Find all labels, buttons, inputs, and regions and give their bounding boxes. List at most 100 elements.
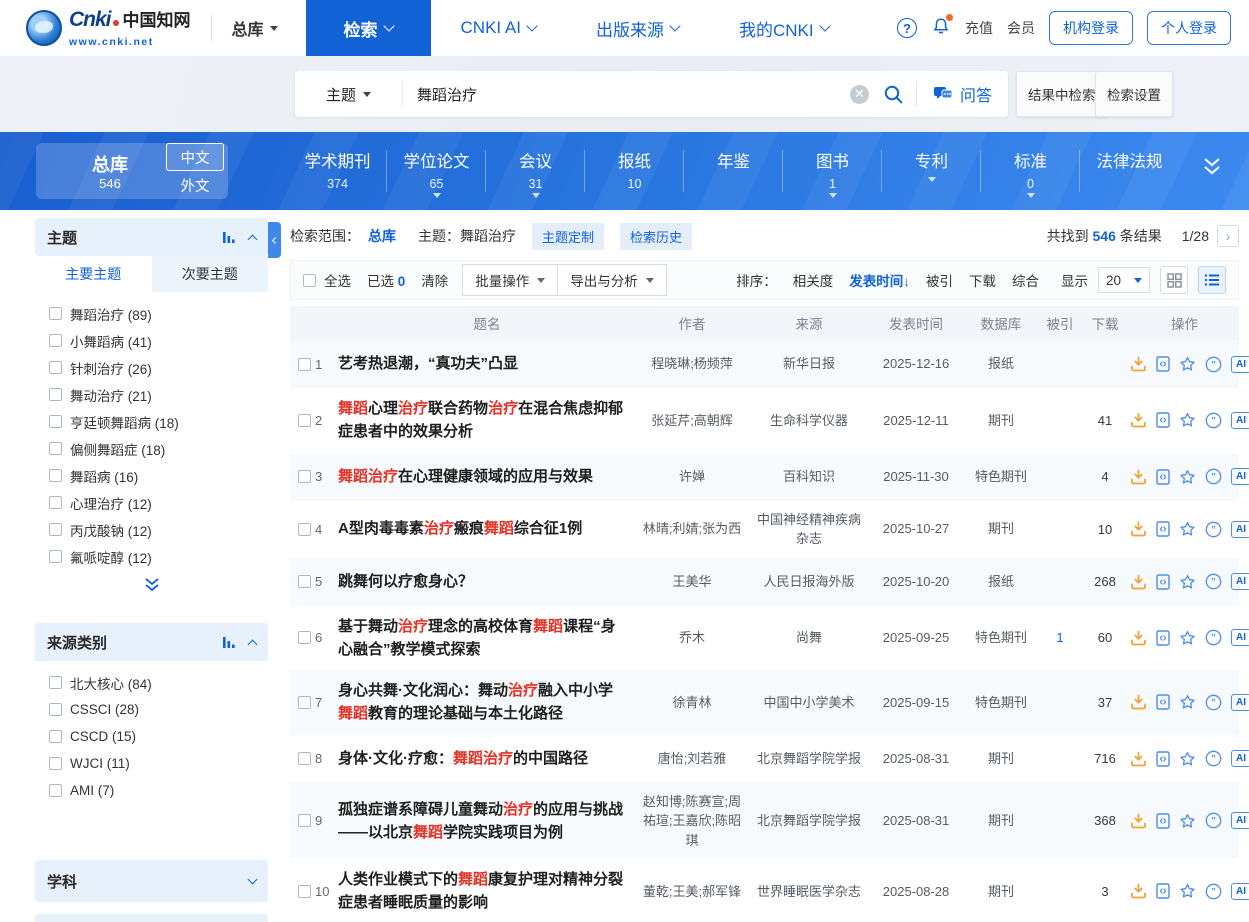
filter-checkbox-item[interactable]: 舞蹈治疗 (89)	[35, 300, 268, 327]
scope-db-link[interactable]: 总库	[368, 226, 396, 246]
batch-actions-dropdown[interactable]: 批量操作	[462, 264, 558, 296]
filter-checkbox-item[interactable]: 针刺治疗 (26)	[35, 354, 268, 381]
export-analyze-dropdown[interactable]: 导出与分析	[557, 264, 667, 296]
result-source-link[interactable]: 北京舞蹈学院学报	[748, 749, 870, 769]
cite-quote-icon[interactable]: ”	[1205, 468, 1222, 485]
ai-assistant-icon[interactable]: AI	[1231, 883, 1249, 900]
result-authors[interactable]: 程晓琳;杨频萍	[636, 354, 748, 374]
result-authors[interactable]: 赵知博;陈赛宣;周祐瑄;王嘉欣;陈昭琪	[636, 792, 748, 851]
select-all-checkbox[interactable]	[303, 274, 316, 287]
db-category-tab[interactable]: 报纸 10	[585, 146, 684, 198]
cite-quote-icon[interactable]: ”	[1205, 812, 1222, 829]
download-icon[interactable]	[1130, 694, 1147, 710]
checkbox[interactable]	[49, 730, 62, 743]
checkbox[interactable]	[49, 307, 62, 320]
cite-quote-icon[interactable]: ”	[1205, 573, 1222, 590]
cited-count[interactable]: 1	[1040, 630, 1080, 645]
filter-checkbox-item[interactable]: CSSCI (28)	[35, 696, 268, 723]
favorite-star-icon[interactable]	[1179, 469, 1196, 485]
filter-checkbox-item[interactable]: CSCD (15)	[35, 723, 268, 750]
topic-section-header[interactable]: 主题	[35, 218, 268, 256]
filter-checkbox-item[interactable]: WJCI (11)	[35, 750, 268, 777]
html-read-icon[interactable]	[1156, 813, 1170, 829]
grid-view-button[interactable]	[1160, 266, 1188, 294]
result-title-link[interactable]: 身体·文化·疗愈：舞蹈治疗的中国路径	[338, 747, 636, 770]
filter-checkbox-item[interactable]: 心理治疗 (12)	[35, 489, 268, 516]
clear-icon[interactable]: ✕	[850, 85, 869, 104]
row-checkbox[interactable]	[298, 752, 311, 765]
subject-section-header[interactable]: 学科	[35, 860, 268, 902]
result-authors[interactable]: 许婵	[636, 467, 748, 487]
filter-checkbox-item[interactable]: 亨廷顿舞蹈病 (18)	[35, 408, 268, 435]
html-read-icon[interactable]	[1156, 751, 1170, 767]
org-login-button[interactable]: 机构登录	[1049, 11, 1133, 45]
result-title-link[interactable]: 人类作业模式下的舞蹈康复护理对精神分裂症患者睡眠质量的影响	[338, 868, 636, 915]
filter-checkbox-item[interactable]: 丙戊酸钠 (12)	[35, 516, 268, 543]
row-checkbox[interactable]	[298, 885, 311, 898]
checkbox[interactable]	[49, 334, 62, 347]
tab-primary-topic[interactable]: 主要主题	[35, 256, 152, 292]
html-read-icon[interactable]	[1156, 356, 1170, 372]
result-title-link[interactable]: 舞蹈治疗在心理健康领域的应用与效果	[338, 465, 636, 488]
row-checkbox[interactable]	[298, 814, 311, 827]
result-title-link[interactable]: 跳舞何以疗愈身心？	[338, 570, 636, 593]
cite-quote-icon[interactable]: ”	[1205, 412, 1222, 429]
html-read-icon[interactable]	[1156, 883, 1170, 899]
ai-assistant-icon[interactable]: AI	[1231, 573, 1249, 590]
checkbox[interactable]	[49, 469, 62, 482]
sort-option[interactable]: 综合	[1012, 274, 1039, 289]
cnki-logo[interactable]: Cnki 中国知网 www.cnki.net	[26, 9, 191, 48]
page-size-select[interactable]: 20	[1098, 267, 1150, 293]
db-category-tab[interactable]: 会议 31	[486, 146, 585, 198]
bar-chart-icon[interactable]	[222, 230, 237, 244]
ai-assistant-icon[interactable]: AI	[1231, 412, 1249, 429]
clear-selection-button[interactable]: 清除	[421, 270, 448, 290]
download-icon[interactable]	[1130, 356, 1147, 372]
filter-checkbox-item[interactable]: 舞动治疗 (21)	[35, 381, 268, 408]
row-checkbox[interactable]	[298, 358, 311, 371]
result-authors[interactable]: 徐青林	[636, 693, 748, 713]
cite-quote-icon[interactable]: ”	[1205, 694, 1222, 711]
sidebar-collapse-button[interactable]	[268, 222, 281, 258]
download-icon[interactable]	[1130, 412, 1147, 428]
result-authors[interactable]: 董乾;王美;郝军锋	[636, 882, 748, 902]
list-view-button[interactable]	[1198, 266, 1226, 294]
tab-my-cnki[interactable]: 我的CNKI	[709, 0, 859, 56]
download-icon[interactable]	[1130, 574, 1147, 590]
filter-checkbox-item[interactable]: 舞蹈病 (16)	[35, 462, 268, 489]
result-source-link[interactable]: 生命科学仪器	[748, 411, 870, 431]
result-source-link[interactable]: 中国神经精神疾病杂志	[748, 510, 870, 549]
year-section-header[interactable]: 年度 时间↓ 文献量↓	[35, 914, 268, 922]
ai-assistant-icon[interactable]: AI	[1231, 750, 1249, 767]
topic-custom-button[interactable]: 主题定制	[532, 223, 604, 250]
tab-search[interactable]: 检索	[306, 0, 431, 56]
notification-bell-icon[interactable]	[931, 16, 951, 41]
filter-checkbox-item[interactable]: 氟哌啶醇 (12)	[35, 543, 268, 570]
ai-assistant-icon[interactable]: AI	[1231, 356, 1249, 373]
html-read-icon[interactable]	[1156, 412, 1170, 428]
html-read-icon[interactable]	[1156, 469, 1170, 485]
download-icon[interactable]	[1130, 630, 1147, 646]
favorite-star-icon[interactable]	[1179, 521, 1196, 537]
filter-checkbox-item[interactable]: 偏侧舞蹈症 (18)	[35, 435, 268, 462]
show-more-topics-button[interactable]	[35, 572, 268, 605]
checkbox[interactable]	[49, 757, 62, 770]
result-title-link[interactable]: 基于舞动治疗理念的高校体育舞蹈课程“身心融合”教学模式探索	[338, 615, 636, 662]
favorite-star-icon[interactable]	[1179, 694, 1196, 710]
expand-double-chevron-icon[interactable]	[1199, 156, 1225, 183]
sort-option[interactable]: 相关度	[793, 274, 834, 289]
download-icon[interactable]	[1130, 521, 1147, 537]
result-title-link[interactable]: 艺考热退潮，“真功夫”凸显	[338, 352, 636, 375]
ai-assistant-icon[interactable]: AI	[1231, 468, 1249, 485]
favorite-star-icon[interactable]	[1179, 751, 1196, 767]
cite-quote-icon[interactable]: ”	[1205, 750, 1222, 767]
cite-quote-icon[interactable]: ”	[1205, 883, 1222, 900]
tab-cnki-ai[interactable]: CNKI AI	[431, 0, 566, 56]
filter-checkbox-item[interactable]: AMI (7)	[35, 777, 268, 804]
row-checkbox[interactable]	[298, 696, 311, 709]
result-title-link[interactable]: 孤独症谱系障碍儿童舞动治疗的应用与挑战——以北京舞蹈学院实践项目为例	[338, 798, 636, 845]
result-title-link[interactable]: A型肉毒毒素治疗瘢痕舞蹈综合征1例	[338, 517, 636, 540]
next-page-button[interactable]: ›	[1217, 225, 1239, 247]
result-authors[interactable]: 乔木	[636, 628, 748, 648]
checkbox[interactable]	[49, 703, 62, 716]
